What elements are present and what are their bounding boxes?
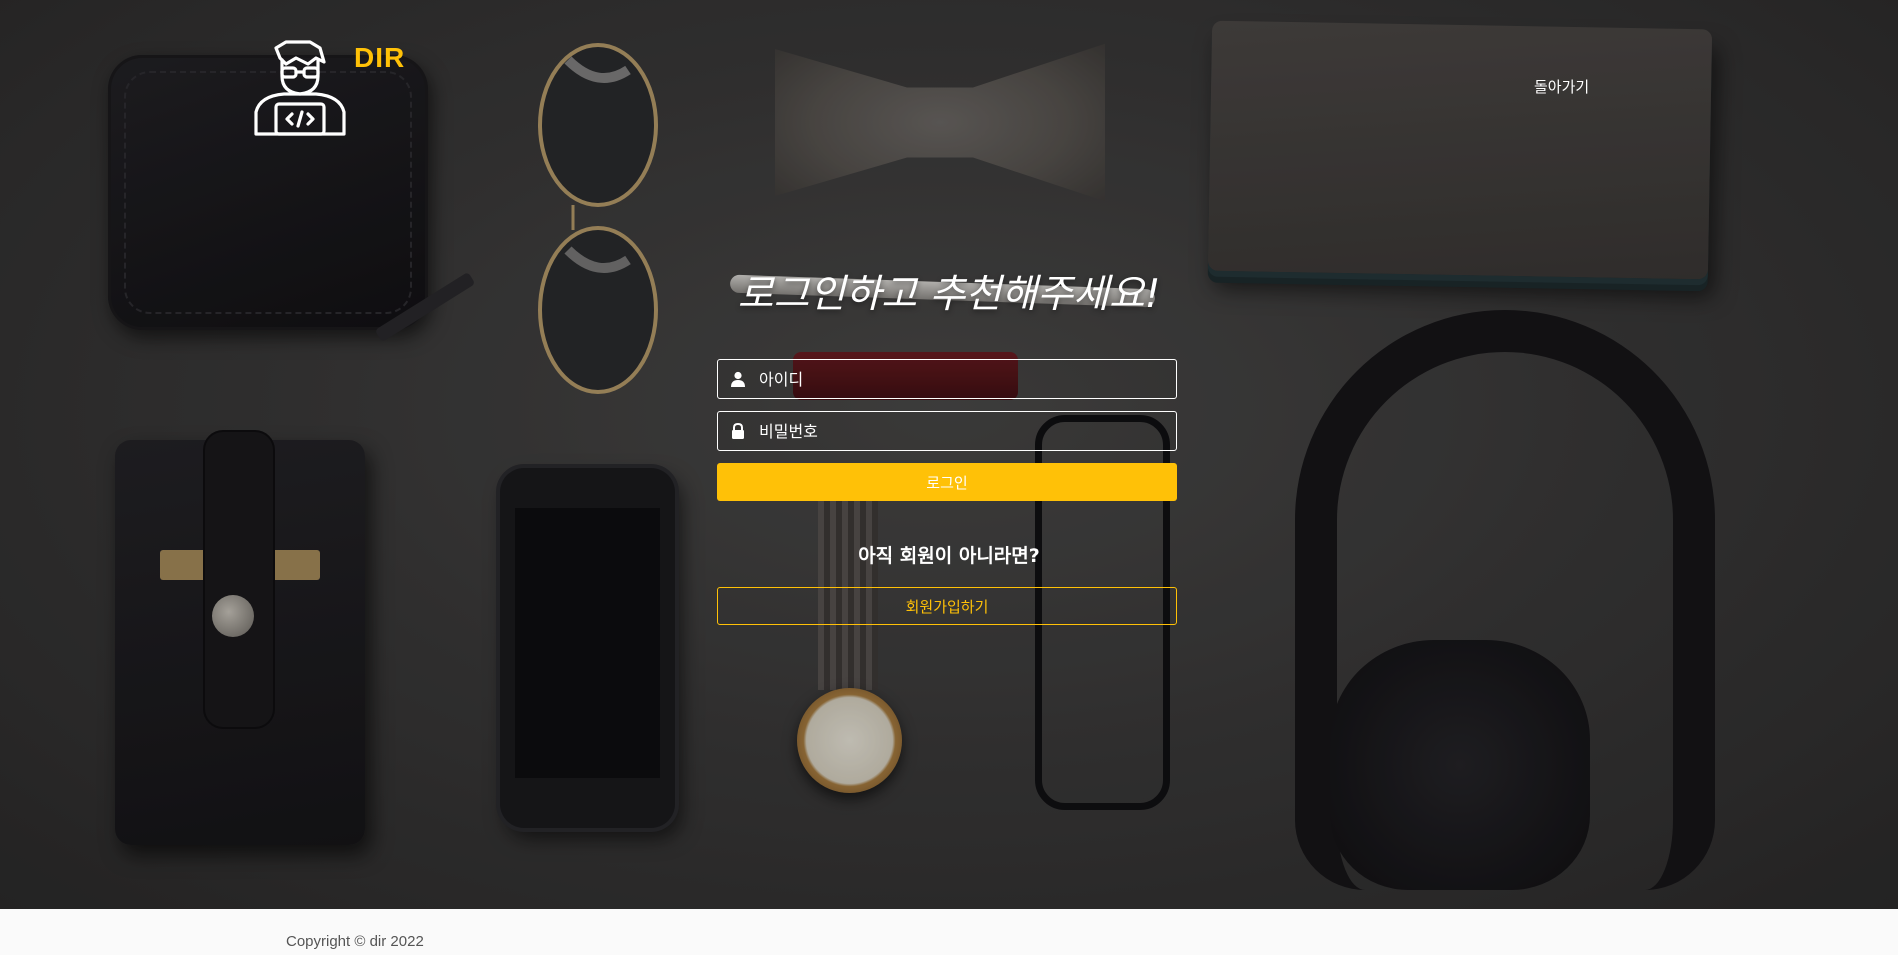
user-icon: [731, 371, 745, 387]
signup-prompt: 아직 회원이 아니라면?: [858, 545, 1040, 567]
lock-icon: [732, 423, 744, 439]
copyright-text: Copyright © dir 2022: [286, 933, 424, 950]
back-link[interactable]: 돌아가기: [1534, 76, 1589, 97]
site-logo[interactable]: DIR: [252, 38, 405, 138]
page-title: 로그인하고 추천해주세요!: [737, 272, 1161, 317]
login-button[interactable]: 로그인: [717, 463, 1177, 501]
footer: Copyright © dir 2022: [0, 909, 1898, 955]
password-input[interactable]: [759, 412, 1176, 450]
developer-avatar-icon: [254, 40, 346, 136]
id-input[interactable]: [759, 360, 1176, 398]
id-field[interactable]: [717, 359, 1177, 399]
password-field[interactable]: [717, 411, 1177, 451]
signup-button[interactable]: 회원가입하기: [717, 587, 1177, 625]
logo-text: DIR: [354, 42, 406, 73]
